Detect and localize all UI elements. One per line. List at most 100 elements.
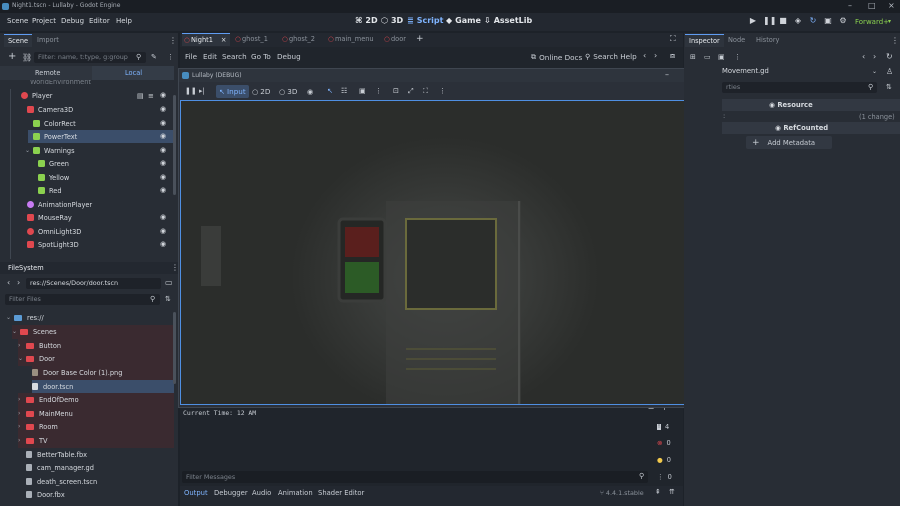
path-field[interactable]: res://Scenes/Door/door.tscn xyxy=(26,278,161,289)
reload-icon[interactable]: ↻ xyxy=(808,16,818,26)
play-custom-icon[interactable]: ⚙ xyxy=(838,16,848,26)
tree-item-mouseray[interactable]: MouseRay ◉ xyxy=(27,211,175,224)
tree-item-red[interactable]: Red ◉ xyxy=(38,184,175,197)
messages-toggle[interactable]: ! 4 xyxy=(653,420,683,434)
tab-output[interactable]: Output xyxy=(184,489,208,497)
scene-filter-input[interactable]: Filter: name, t:type, g:group xyxy=(34,52,146,63)
dock-menu-icon[interactable]: ⋮ xyxy=(891,36,899,45)
fs-item-button[interactable]: › Button xyxy=(18,339,174,353)
tab-node[interactable]: Node xyxy=(724,34,749,47)
tab-debugger[interactable]: Debugger xyxy=(214,489,248,497)
sort-icon[interactable]: ⇅ xyxy=(165,295,171,303)
forward-icon[interactable]: › xyxy=(654,51,657,60)
tab-main-menu[interactable]: ○ main_menu xyxy=(326,33,378,46)
tab-history[interactable]: History xyxy=(752,34,783,47)
mode-3d-toggle[interactable]: ○ 3D xyxy=(279,87,297,96)
game-viewport[interactable] xyxy=(180,100,720,405)
resource-section[interactable]: ◉ Resource xyxy=(722,99,900,111)
input-mode-button[interactable]: ↖ Input xyxy=(216,85,249,98)
visibility-icon[interactable]: ◉ xyxy=(160,174,167,181)
menu-edit[interactable]: Edit xyxy=(203,52,217,61)
menu-scene[interactable]: Scene xyxy=(7,17,28,25)
distraction-free-icon[interactable]: ⛶ xyxy=(670,34,676,44)
mode-assetlib-button[interactable]: ⇩ AssetLib xyxy=(484,16,532,25)
back-icon[interactable]: ‹ xyxy=(643,51,646,60)
mode-script-button[interactable]: ≣ Script xyxy=(407,16,443,25)
tree-item-warnings[interactable]: ⌄ Warnings ◉ xyxy=(25,144,175,157)
fs-item-door-tscn[interactable]: door.tscn xyxy=(32,380,174,394)
visibility-icon[interactable]: ◉ xyxy=(160,120,167,127)
history-icon[interactable]: ↻ xyxy=(886,52,893,61)
forward-icon[interactable]: › xyxy=(873,52,876,61)
next-frame-icon[interactable]: ▸| xyxy=(199,87,205,95)
camera-override-icon[interactable]: ◉ xyxy=(307,87,313,96)
movie-maker-icon[interactable]: ▣ xyxy=(823,16,833,26)
refcounted-section[interactable]: ◉ RefCounted xyxy=(722,122,900,134)
stretch-icon[interactable]: ⊡ xyxy=(393,86,399,95)
fs-item-door-png[interactable]: Door Base Color (1).png xyxy=(32,366,174,380)
fs-item-scenes[interactable]: ⌄ Scenes xyxy=(12,325,174,339)
camera-icon[interactable]: ▣ xyxy=(359,86,366,95)
close-icon[interactable]: × xyxy=(221,36,227,44)
close-icon[interactable]: × xyxy=(888,1,895,10)
mode-game-button[interactable]: ◆ Game xyxy=(446,16,481,25)
fs-item-bettertable[interactable]: BetterTable.fbx xyxy=(26,448,87,462)
fs-item-cam-manager[interactable]: cam_manager.gd xyxy=(26,461,94,475)
tree-item-player[interactable]: Player ▤ ≡ ◉ xyxy=(21,89,175,102)
stop-icon[interactable]: ■ xyxy=(778,16,788,26)
edited-object-select[interactable]: Movement.gd xyxy=(722,67,882,78)
split-view-icon[interactable]: ▭ xyxy=(165,278,173,287)
toggle-list-icon[interactable]: ⧈ xyxy=(670,51,675,61)
tree-item-omnilight3d[interactable]: OmniLight3D ◉ xyxy=(27,225,175,238)
add-node-icon[interactable]: + xyxy=(8,52,16,62)
mode-3d-button[interactable]: ⬡ 3D xyxy=(381,16,403,25)
fs-item-mainmenu[interactable]: › MainMenu xyxy=(18,407,174,421)
errors-toggle[interactable]: ⊗ 0 xyxy=(653,436,683,450)
tab-animation[interactable]: Animation xyxy=(278,489,313,497)
visibility-icon[interactable]: ◉ xyxy=(160,160,167,167)
mode-2d-toggle[interactable]: ○ 2D xyxy=(252,87,270,96)
back-icon[interactable]: ‹ xyxy=(7,278,10,287)
menu-file[interactable]: File xyxy=(185,52,197,61)
info-toggle[interactable]: ⋮ 0 xyxy=(653,470,683,484)
renderer-select[interactable]: Forward+ xyxy=(855,18,889,26)
tab-night1[interactable]: ○ Night1 × xyxy=(182,33,231,46)
visibility-icon[interactable]: ◉ xyxy=(160,187,167,194)
online-docs-button[interactable]: ⧉ Online Docs xyxy=(531,52,582,62)
more-options-icon[interactable]: ⋮ xyxy=(375,86,382,95)
tree-item-colorrect[interactable]: ColorRect ◉ xyxy=(33,117,175,130)
tree-item-spotlight3d[interactable]: SpotLight3D ◉ xyxy=(27,238,175,251)
menu-goto[interactable]: Go To xyxy=(251,52,271,61)
back-icon[interactable]: ‹ xyxy=(862,52,865,61)
tab-import[interactable]: Import xyxy=(33,34,63,47)
minimize-icon[interactable]: – xyxy=(848,1,852,10)
script-attach-icon[interactable]: ✎ xyxy=(151,53,157,61)
scrollbar[interactable] xyxy=(173,312,176,384)
fs-item-room[interactable]: › Room xyxy=(18,420,174,434)
list-select-icon[interactable]: ☷ xyxy=(341,86,347,95)
tree-item-green[interactable]: Green ◉ xyxy=(38,157,175,170)
local-toggle[interactable]: Local xyxy=(92,66,174,80)
user-icon[interactable]: ♙ xyxy=(886,67,893,76)
tree-item-camera3d[interactable]: Camera3D ◉ xyxy=(27,103,175,116)
visibility-icon[interactable]: ◉ xyxy=(160,228,167,235)
fullscreen-icon[interactable]: ⛶ xyxy=(423,86,428,96)
remote-debug-icon[interactable]: ◈ xyxy=(793,16,803,26)
more-options-icon[interactable]: ⋮ xyxy=(734,53,741,61)
menu-project[interactable]: Project xyxy=(32,17,56,25)
more-options-icon[interactable]: ⋮ xyxy=(167,53,174,61)
filter-icon[interactable]: ⇅ xyxy=(886,83,892,91)
menu-help[interactable]: Help xyxy=(116,17,132,25)
dock-menu-icon[interactable]: ⋮ xyxy=(169,36,177,45)
mode-2d-button[interactable]: ⌘ 2D xyxy=(355,16,378,25)
remote-toggle[interactable]: Remote xyxy=(0,66,92,80)
select-icon[interactable]: ↖ xyxy=(327,86,333,95)
visibility-icon[interactable]: ◉ xyxy=(160,106,167,113)
tab-scene[interactable]: Scene xyxy=(4,34,33,47)
menu-search[interactable]: Search xyxy=(222,52,247,61)
tab-shader-editor[interactable]: Shader Editor xyxy=(318,489,364,497)
pause-icon[interactable]: ❚❚ xyxy=(763,16,776,26)
fs-item-death-screen[interactable]: death_screen.tscn xyxy=(26,475,97,489)
expand-panel-icon[interactable]: ⇈ xyxy=(669,488,675,496)
filesystem-filter-input[interactable]: Filter Files xyxy=(5,294,160,305)
